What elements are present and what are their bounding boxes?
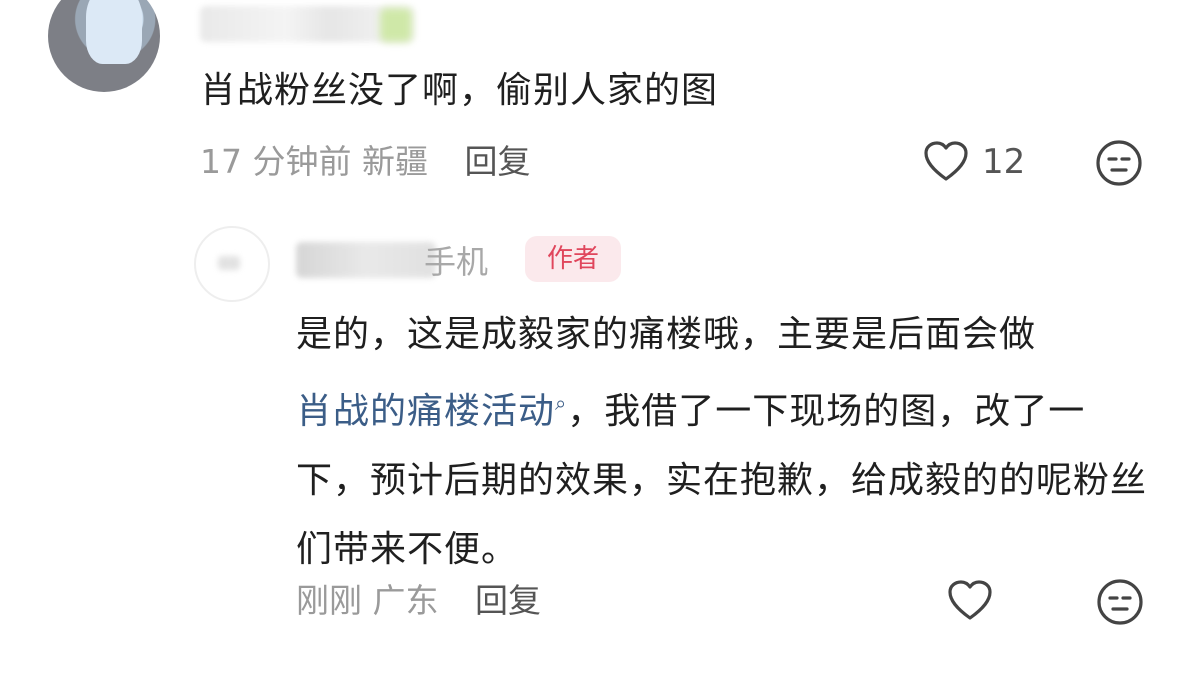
author-name-blurred[interactable] <box>296 242 436 278</box>
reply-text-part1: 是的，这是成毅家的痛楼哦，主要是后面会做 <box>296 314 1037 355</box>
reply-time: 刚刚 <box>296 581 362 620</box>
heart-outline-icon[interactable] <box>922 139 970 183</box>
comment-time: 17 分钟前 <box>200 142 352 181</box>
topic-link[interactable]: 肖战的痛楼活动 <box>296 391 555 432</box>
reply-button[interactable]: 回复 <box>475 581 541 620</box>
reply-text: 是的，这是成毅家的痛楼哦，主要是后面会做 肖战的痛楼活动⌕，我借了一下现场的图，… <box>296 300 1156 584</box>
comment-location: 新疆 <box>361 142 428 181</box>
commenter-avatar[interactable] <box>48 0 160 92</box>
neutral-face-icon[interactable] <box>1096 578 1144 626</box>
author-avatar-mark <box>218 256 240 270</box>
like-count: 12 <box>982 142 1026 182</box>
reply-button[interactable]: 回复 <box>464 142 530 181</box>
search-icon[interactable]: ⌕ <box>555 391 567 415</box>
comment-text: 肖战粉丝没了啊，偷别人家的图 <box>200 70 719 111</box>
reply-location: 广东 <box>372 581 439 620</box>
author-name[interactable]: 手机 <box>424 240 488 284</box>
heart-outline-icon[interactable] <box>946 578 994 622</box>
comment-meta: 17 分钟前 新疆 回复 <box>200 140 530 184</box>
reply-meta: 刚刚 广东 回复 <box>296 579 541 623</box>
author-badge: 作者 <box>525 236 621 282</box>
commenter-badge-blurred <box>380 8 412 42</box>
neutral-face-icon[interactable] <box>1095 139 1143 187</box>
